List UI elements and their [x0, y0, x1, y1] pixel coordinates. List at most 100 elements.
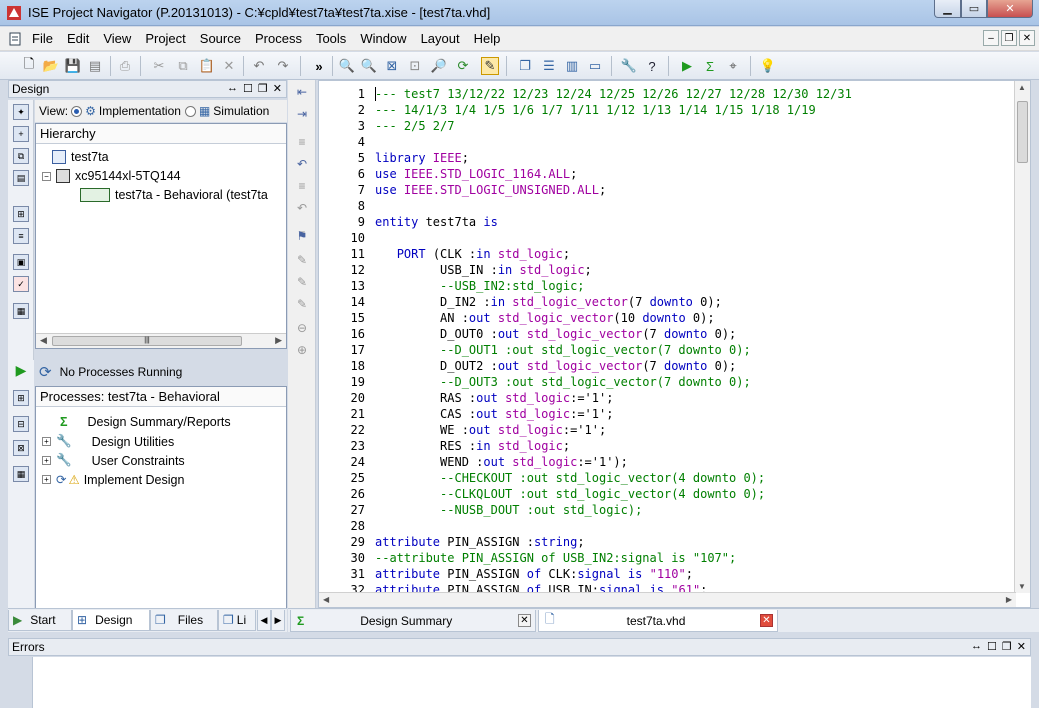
- code-line[interactable]: --D_OUT3 :out std_logic_vector(7 downto …: [375, 375, 751, 389]
- tab-scroll-right[interactable]: ▶: [271, 610, 285, 631]
- menu-item-view[interactable]: View: [103, 31, 131, 46]
- copy-icon[interactable]: ⧉: [174, 57, 192, 75]
- code-line[interactable]: CAS :out std_logic:='1';: [375, 407, 613, 421]
- simulation-radio[interactable]: [184, 105, 196, 117]
- tree-item-project[interactable]: test7ta: [52, 150, 109, 164]
- zoom-select-icon[interactable]: ⊡: [406, 57, 424, 75]
- add-source-icon[interactable]: +: [13, 126, 29, 142]
- code-line[interactable]: --- 14/1/3 1/4 1/5 1/6 1/7 1/11 1/12 1/1…: [375, 103, 816, 117]
- minimize-button[interactable]: ▁: [934, 0, 961, 18]
- menu-item-source[interactable]: Source: [200, 31, 241, 46]
- expand-icon[interactable]: +: [42, 456, 51, 465]
- code-line[interactable]: D_OUT2 :out std_logic_vector(7 downto 0)…: [375, 359, 736, 373]
- process-design-utilities[interactable]: + 🔧 Design Utilities: [42, 434, 174, 449]
- mdi-restore-button[interactable]: ❐: [1001, 30, 1017, 46]
- bookmark-next-icon[interactable]: ✎: [294, 252, 310, 268]
- tab-scroll-left[interactable]: ◀: [257, 610, 271, 631]
- code-line[interactable]: D_IN2 :in std_logic_vector(7 downto 0);: [375, 295, 722, 309]
- tile-horizontal-icon[interactable]: ☰: [540, 57, 558, 75]
- open-folder-icon[interactable]: 📂: [42, 57, 60, 75]
- new-source-icon[interactable]: ✦: [13, 104, 29, 120]
- go-back-icon[interactable]: ⊖: [294, 320, 310, 336]
- tree-item-device[interactable]: − xc95144xl-5TQ144: [42, 169, 181, 183]
- uncomment-icon[interactable]: ↶: [294, 156, 310, 172]
- tab-files[interactable]: ❐ Files: [150, 610, 218, 631]
- go-forward-icon[interactable]: ⊕: [294, 342, 310, 358]
- checklist-icon[interactable]: ✓: [13, 276, 29, 292]
- code-line[interactable]: PORT (CLK :in std_logic;: [375, 247, 570, 261]
- editor-vscrollbar[interactable]: ▲ ▼: [1014, 81, 1030, 593]
- code-line[interactable]: RAS :out std_logic:='1';: [375, 391, 613, 405]
- indent-left-icon[interactable]: ⇤: [294, 84, 310, 100]
- code-line[interactable]: USB_IN :in std_logic;: [375, 263, 592, 277]
- code-editor[interactable]: 1 2 3 4 5 6 7 8 9 10 11 12 13 14 15 16 17 18 19 20 21 22 23 24 2…: [318, 80, 1031, 608]
- menu-item-tools[interactable]: Tools: [316, 31, 346, 46]
- bookmark-icon[interactable]: ⚑: [294, 228, 310, 244]
- menu-item-layout[interactable]: Layout: [421, 31, 460, 46]
- paste-icon[interactable]: 📋: [198, 57, 216, 75]
- save-all-icon[interactable]: ▤: [86, 57, 104, 75]
- collapse-icon[interactable]: −: [42, 171, 51, 181]
- process-tree3-icon[interactable]: ⊠: [13, 440, 29, 456]
- code-line[interactable]: AN :out std_logic_vector(10 downto 0);: [375, 311, 715, 325]
- menu-item-edit[interactable]: Edit: [67, 31, 89, 46]
- expand-icon[interactable]: +: [42, 475, 51, 484]
- code-line[interactable]: --- test7 13/12/22 12/23 12/24 12/25 12/…: [375, 87, 852, 101]
- lightbulb-icon[interactable]: 💡: [759, 57, 777, 75]
- process-tree-icon[interactable]: ⊞: [13, 390, 29, 406]
- code-line[interactable]: --CLKQLOUT :out std_logic_vector(4 downt…: [375, 487, 765, 501]
- mdi-minimize-button[interactable]: –: [983, 30, 999, 46]
- cut-icon[interactable]: ✂: [150, 57, 168, 75]
- print-icon[interactable]: ⎙: [116, 57, 134, 75]
- restore-icon[interactable]: ❐: [258, 82, 268, 95]
- process-design-summary[interactable]: Σ Design Summary/Reports: [60, 415, 231, 429]
- float-window-icon[interactable]: ▭: [586, 57, 604, 75]
- float-icon[interactable]: ☐: [987, 640, 997, 653]
- code-line[interactable]: --attribute PIN_ASSIGN of USB_IN2:signal…: [375, 551, 736, 565]
- save-icon[interactable]: 💾: [64, 57, 82, 75]
- code-area[interactable]: --- test7 13/12/22 12/23 12/24 12/25 12/…: [375, 81, 1015, 597]
- redo-icon[interactable]: ↷: [274, 57, 292, 75]
- menu-item-project[interactable]: Project: [145, 31, 185, 46]
- help-pointer-icon[interactable]: ?: [643, 57, 661, 75]
- tab-start[interactable]: ▶ Start: [8, 610, 72, 631]
- tile-vertical-icon[interactable]: ▥: [563, 57, 581, 75]
- implementation-radio[interactable]: [71, 105, 83, 117]
- code-line[interactable]: D_OUT0 :out std_logic_vector(7 downto 0)…: [375, 327, 736, 341]
- wrench-icon[interactable]: 🔧: [620, 57, 638, 75]
- expand-icon[interactable]: +: [42, 437, 51, 446]
- code-line[interactable]: entity test7ta is: [375, 215, 498, 229]
- toggle-comment-icon[interactable]: ≡: [294, 178, 310, 194]
- tab-test7ta-vhd[interactable]: 🗋 test7ta.vhd ✕: [538, 610, 778, 632]
- cascade-windows-icon[interactable]: ❐: [516, 57, 534, 75]
- close-button[interactable]: ✕: [987, 0, 1033, 18]
- document-icon[interactable]: [8, 32, 23, 46]
- sigma-icon[interactable]: Σ: [701, 57, 719, 75]
- code-line[interactable]: attribute PIN_ASSIGN :string;: [375, 535, 585, 549]
- process-implement-design[interactable]: + ⟳ ⚠ Implement Design: [42, 472, 184, 487]
- more-tools-icon[interactable]: »: [310, 57, 328, 75]
- process-tree2-icon[interactable]: ⊟: [13, 416, 29, 432]
- zoom-out-icon[interactable]: 🔍: [360, 57, 378, 75]
- maximize-button[interactable]: ▭: [961, 0, 987, 18]
- code-line[interactable]: WE :out std_logic:='1';: [375, 423, 606, 437]
- view-source-icon[interactable]: ≡: [13, 228, 29, 244]
- close-tab-icon[interactable]: ✕: [760, 614, 773, 627]
- tab-libraries[interactable]: ❐ Li: [218, 610, 256, 631]
- bookmark-prev-icon[interactable]: ✎: [294, 274, 310, 290]
- zoom-full-icon[interactable]: ⊠: [383, 57, 401, 75]
- menu-item-file[interactable]: File: [32, 31, 53, 46]
- chip-icon[interactable]: ▣: [13, 254, 29, 270]
- indent-right-icon[interactable]: ⇥: [294, 106, 310, 122]
- code-line[interactable]: --D_OUT1 :out std_logic_vector(7 downto …: [375, 343, 751, 357]
- code-line[interactable]: --CHECKOUT :out std_logic_vector(4 downt…: [375, 471, 765, 485]
- code-line[interactable]: use IEEE.STD_LOGIC_UNSIGNED.ALL;: [375, 183, 606, 197]
- menu-item-help[interactable]: Help: [474, 31, 501, 46]
- comment-icon[interactable]: ≡: [294, 134, 310, 150]
- close-icon[interactable]: ✕: [1017, 640, 1026, 653]
- code-line[interactable]: RES :in std_logic;: [375, 439, 570, 453]
- code-line[interactable]: use IEEE.STD_LOGIC_1164.ALL;: [375, 167, 577, 181]
- refresh-icon[interactable]: ⟳: [454, 57, 472, 75]
- code-line[interactable]: --NUSB_DOUT :out std_logic);: [375, 503, 642, 517]
- bookmark-clear-icon[interactable]: ✎: [294, 296, 310, 312]
